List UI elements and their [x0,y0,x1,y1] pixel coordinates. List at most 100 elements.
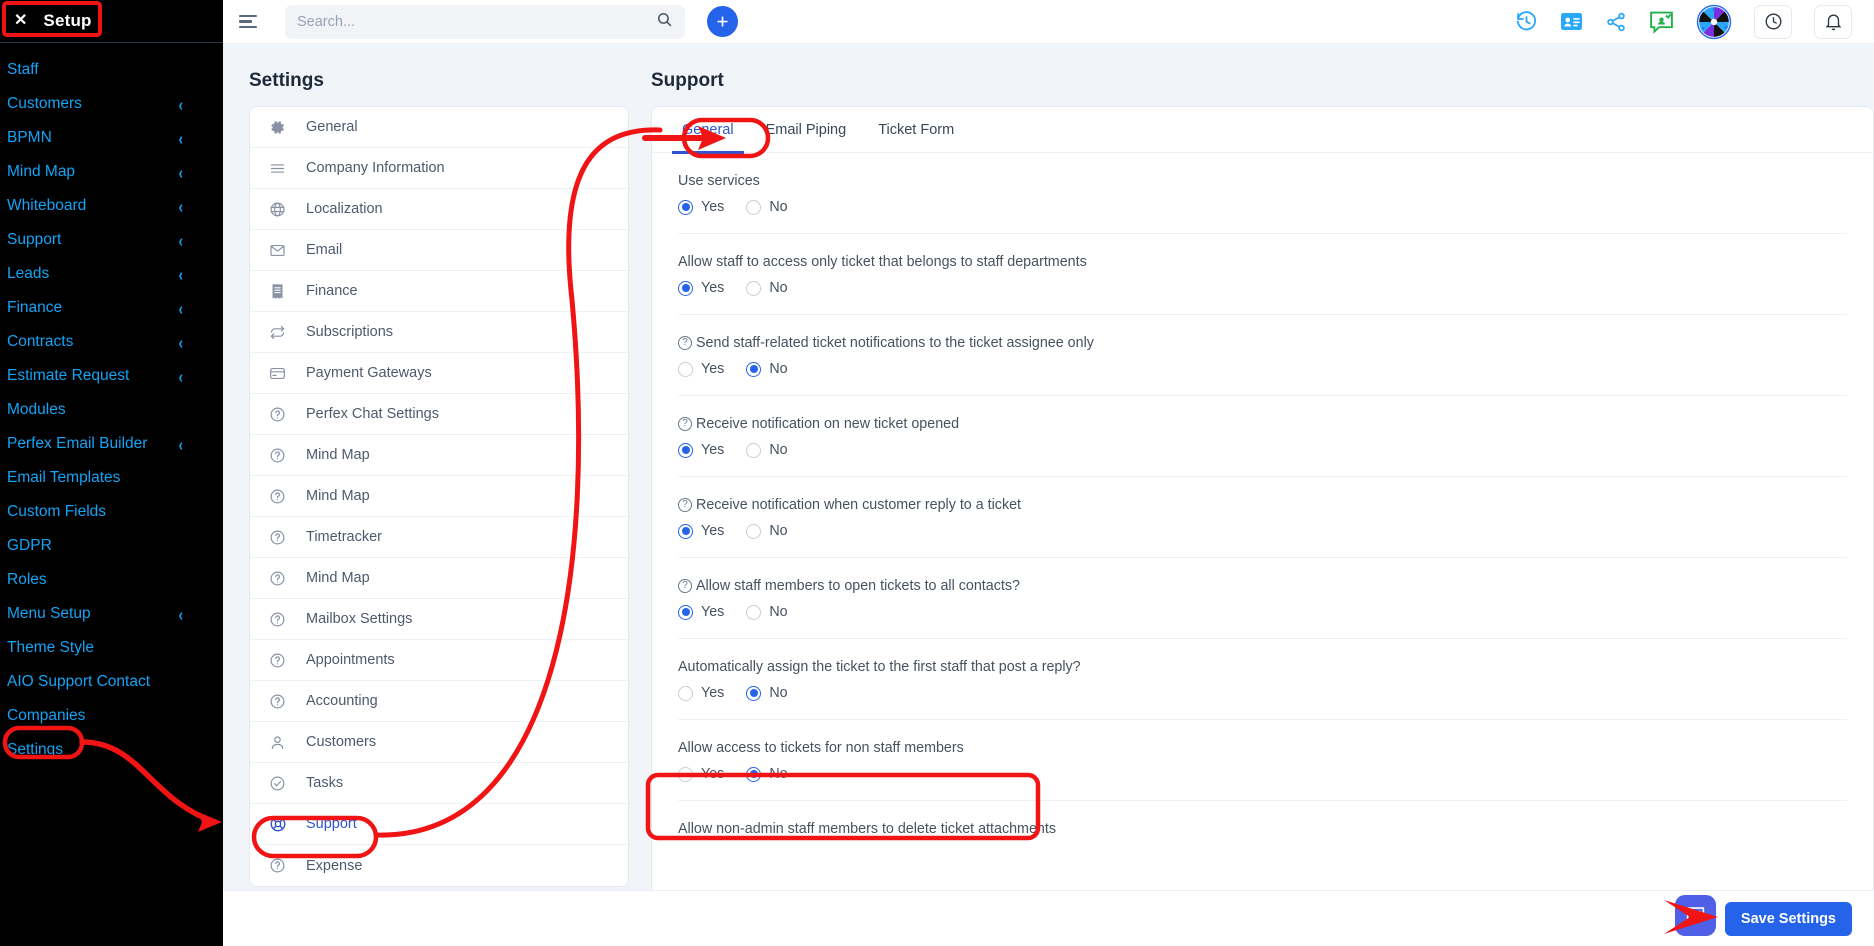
chat-bubble-icon[interactable] [1675,895,1716,936]
radio-yes-dot[interactable] [678,361,693,377]
sidebar-item-perfex-email-builder[interactable]: Perfex Email Builder ‹ [0,427,223,461]
time-clock-icon[interactable] [1754,4,1792,39]
chevron-left-icon[interactable]: ‹ [179,366,183,386]
sidebar-item-mind-map[interactable]: Mind Map ‹ [0,155,223,189]
settings-item-email[interactable]: Email [250,230,628,271]
sidebar-item-email-templates[interactable]: Email Templates [0,461,223,495]
radio-yes[interactable]: Yes [678,280,724,296]
radio-yes-dot[interactable] [678,442,693,458]
settings-item-mind-map[interactable]: Mind Map [250,476,628,517]
settings-item-appointments[interactable]: Appointments [250,640,628,681]
share-icon[interactable] [1605,11,1627,33]
help-question-icon[interactable]: ? [678,498,692,512]
chevron-left-icon[interactable]: ‹ [179,434,183,454]
settings-item-payment-gateways[interactable]: Payment Gateways [250,353,628,394]
sidebar-item-companies[interactable]: Companies [0,699,223,733]
sidebar-item-customers[interactable]: Customers ‹ [0,87,223,121]
settings-item-mailbox-settings[interactable]: Mailbox Settings [250,599,628,640]
sidebar-item-estimate-request[interactable]: Estimate Request ‹ [0,359,223,393]
chevron-left-icon[interactable]: ‹ [179,230,183,250]
radio-no[interactable]: No [746,280,788,296]
help-question-icon[interactable]: ? [678,417,692,431]
tab-general[interactable]: General [666,107,750,154]
settings-item-timetracker[interactable]: Timetracker [250,517,628,558]
search-input[interactable] [297,13,656,30]
radio-yes-dot[interactable] [678,280,693,296]
settings-item-tasks[interactable]: Tasks [250,763,628,804]
sidebar-item-whiteboard[interactable]: Whiteboard ‹ [0,189,223,223]
sidebar-item-modules[interactable]: Modules [0,393,223,427]
sidebar-item-support[interactable]: Support ‹ [0,223,223,257]
radio-no-dot[interactable] [746,361,762,377]
sidebar-item-finance[interactable]: Finance ‹ [0,291,223,325]
radio-no[interactable]: No [746,361,788,377]
settings-item-mind-map[interactable]: Mind Map [250,435,628,476]
radio-no[interactable]: No [746,523,788,539]
radio-yes[interactable]: Yes [678,361,724,377]
chevron-left-icon[interactable]: ‹ [179,162,183,182]
pinwheel-logo-icon[interactable] [1696,4,1732,40]
history-clock-icon[interactable] [1515,10,1538,33]
help-question-icon[interactable]: ? [678,579,692,593]
radio-no[interactable]: No [746,199,788,215]
radio-yes-dot[interactable] [678,199,693,215]
sidebar-item-gdpr[interactable]: GDPR [0,529,223,563]
contact-card-icon[interactable] [1560,12,1583,31]
tab-email-piping[interactable]: Email Piping [750,107,863,153]
radio-no[interactable]: No [746,604,788,620]
settings-item-company-information[interactable]: Company Information [250,148,628,189]
sidebar-item-contracts[interactable]: Contracts ‹ [0,325,223,359]
sidebar-item-bpmn[interactable]: BPMN ‹ [0,121,223,155]
radio-yes-dot[interactable] [678,523,693,539]
radio-no[interactable]: No [746,442,788,458]
save-settings-button[interactable]: Save Settings [1724,901,1852,936]
settings-item-perfex-chat-settings[interactable]: Perfex Chat Settings [250,394,628,435]
settings-item-finance[interactable]: Finance [250,271,628,312]
notification-bell-icon[interactable] [1814,4,1852,39]
help-question-icon[interactable]: ? [678,336,692,350]
radio-yes[interactable]: Yes [678,604,724,620]
radio-no-dot[interactable] [746,199,762,215]
settings-item-subscriptions[interactable]: Subscriptions [250,312,628,353]
chevron-left-icon[interactable]: ‹ [179,332,183,352]
search-box[interactable] [285,4,685,39]
radio-yes[interactable]: Yes [678,523,724,539]
radio-no[interactable]: No [746,685,788,701]
sidebar-item-settings[interactable]: Settings [0,733,223,767]
add-new-button[interactable] [707,6,738,37]
radio-yes[interactable]: Yes [678,766,724,782]
radio-no[interactable]: No [746,766,788,782]
sidebar-item-menu-setup[interactable]: Menu Setup ‹ [0,597,223,631]
close-icon[interactable]: ✕ [14,13,27,29]
tab-ticket-form[interactable]: Ticket Form [862,107,970,153]
chat-message-icon[interactable] [1649,10,1674,34]
sidebar-item-custom-fields[interactable]: Custom Fields [0,495,223,529]
radio-yes[interactable]: Yes [678,685,724,701]
chevron-left-icon[interactable]: ‹ [179,94,183,114]
radio-yes-dot[interactable] [678,604,693,620]
settings-item-support[interactable]: Support [250,804,628,845]
hamburger-menu-icon[interactable] [239,11,261,33]
radio-no-dot[interactable] [746,685,762,701]
chevron-left-icon[interactable]: ‹ [179,604,183,624]
radio-no-dot[interactable] [746,604,762,620]
radio-yes-dot[interactable] [678,685,693,701]
settings-item-mind-map[interactable]: Mind Map [250,558,628,599]
sidebar-item-aio-support-contact[interactable]: AIO Support Contact [0,665,223,699]
settings-item-accounting[interactable]: Accounting [250,681,628,722]
sidebar-item-roles[interactable]: Roles [0,563,223,597]
sidebar-item-staff[interactable]: Staff [0,53,223,87]
chevron-left-icon[interactable]: ‹ [179,196,183,216]
chevron-left-icon[interactable]: ‹ [179,264,183,284]
radio-yes-dot[interactable] [678,766,693,782]
chevron-left-icon[interactable]: ‹ [179,298,183,318]
settings-item-general[interactable]: General [250,107,628,148]
radio-yes[interactable]: Yes [678,442,724,458]
radio-no-dot[interactable] [746,766,762,782]
sidebar-item-theme-style[interactable]: Theme Style [0,631,223,665]
chevron-left-icon[interactable]: ‹ [179,128,183,148]
settings-item-expense[interactable]: Expense [250,845,628,886]
radio-yes[interactable]: Yes [678,199,724,215]
settings-item-localization[interactable]: Localization [250,189,628,230]
radio-no-dot[interactable] [746,523,762,539]
